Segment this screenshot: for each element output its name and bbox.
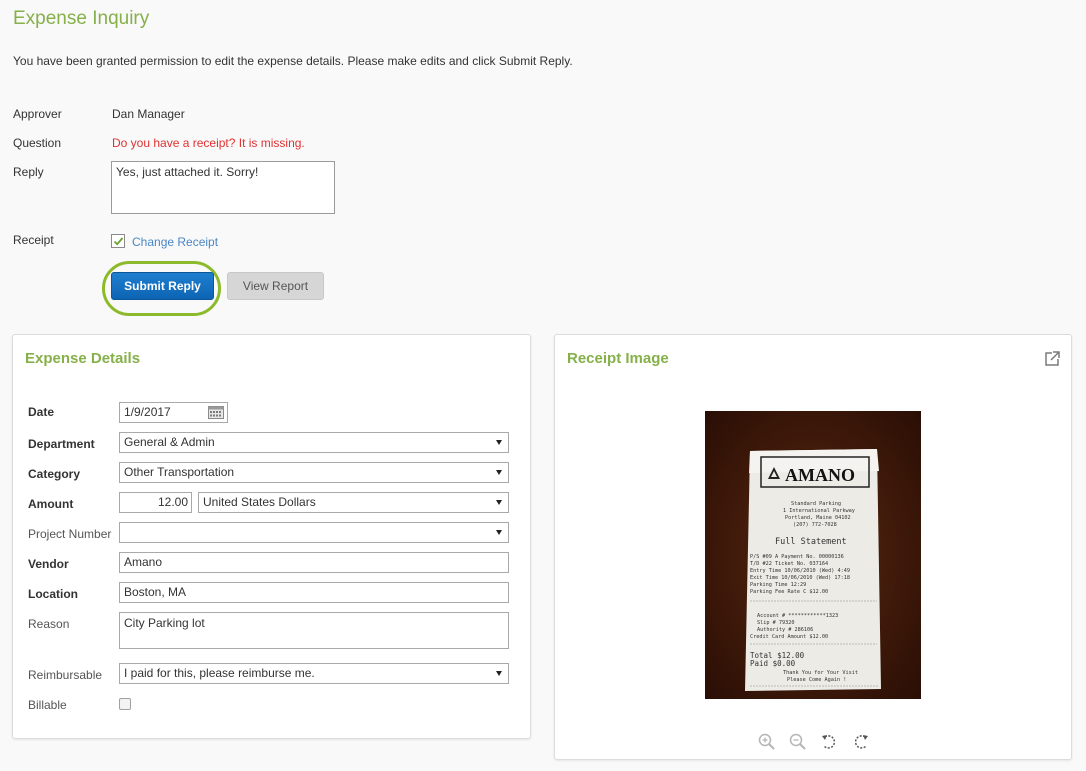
currency-select[interactable]: United States Dollars [198, 492, 509, 513]
location-input[interactable]: Boston, MA [119, 582, 509, 603]
view-report-button[interactable]: View Report [227, 272, 324, 300]
receipt-line: T/D #22 Ticket No. 037164 [750, 561, 828, 567]
receipt-line: 1 International Parkway [783, 508, 855, 514]
checkmark-icon [113, 237, 124, 246]
reply-textarea[interactable]: Yes, just attached it. Sorry! [111, 161, 335, 214]
receipt-line: P/S #09 A Payment No. 00000136 [750, 554, 844, 560]
vendor-input[interactable]: Amano [119, 552, 509, 573]
approver-label: Approver [13, 107, 62, 121]
expense-details-title: Expense Details [25, 350, 141, 367]
vendor-label: Vendor [28, 557, 69, 571]
receipt-image-title: Receipt Image [567, 350, 669, 367]
zoom-in-icon[interactable] [758, 733, 776, 751]
reason-textarea[interactable]: City Parking lot [119, 612, 509, 649]
location-label: Location [28, 587, 78, 601]
reimbursable-label: Reimbursable [28, 668, 103, 682]
change-receipt-link[interactable]: Change Receipt [132, 235, 218, 249]
submit-reply-button[interactable]: Submit Reply [111, 272, 214, 300]
billable-label: Billable [28, 698, 67, 712]
receipt-line: Credit Card Amount $12.00 [750, 634, 828, 640]
amount-input[interactable]: 12.00 [119, 492, 192, 513]
currency-value: United States Dollars [203, 495, 316, 509]
category-select[interactable]: Other Transportation [119, 462, 509, 483]
chevron-down-icon [496, 440, 502, 445]
intro-text: You have been granted permission to edit… [13, 54, 573, 68]
receipt-line: Portland, Maine 04102 [785, 515, 851, 521]
receipt-image-panel: Receipt Image AMANO Standard Parking 1 I… [554, 334, 1072, 760]
receipt-line: Entry Time 10/06/2010 (Wed) 4:49 [750, 568, 850, 574]
category-label: Category [28, 467, 81, 481]
date-value: 1/9/2017 [124, 405, 171, 419]
calendar-icon[interactable] [208, 406, 224, 419]
receipt-line: Standard Parking [791, 501, 841, 507]
project-number-select[interactable] [119, 522, 509, 543]
receipt-label: Receipt [13, 233, 54, 247]
approver-value: Dan Manager [112, 107, 185, 121]
receipt-photo: AMANO Standard Parking 1 International P… [705, 411, 921, 699]
receipt-line: Parking Time 12:29 [750, 582, 806, 588]
department-select[interactable]: General & Admin [119, 432, 509, 453]
chevron-down-icon [496, 671, 502, 676]
question-label: Question [13, 136, 62, 150]
receipt-line: Exit Time 10/06/2010 (Wed) 17:18 [750, 575, 850, 581]
receipt-logo-text: AMANO [785, 465, 855, 485]
zoom-out-icon[interactable] [789, 733, 807, 751]
category-value: Other Transportation [124, 465, 235, 479]
reason-label: Reason [28, 617, 70, 631]
reply-label: Reply [13, 165, 44, 179]
receipt-line: Please Come Again ! [787, 677, 846, 683]
receipt-line: (207) 772-7028 [793, 522, 837, 528]
question-value: Do you have a receipt? It is missing. [112, 136, 305, 150]
amount-label: Amount [28, 497, 74, 511]
receipt-checkbox[interactable] [111, 234, 125, 248]
billable-checkbox[interactable] [119, 698, 131, 710]
department-value: General & Admin [124, 435, 215, 449]
receipt-line: Slip # 79320 [757, 620, 794, 626]
expense-details-panel: Expense Details Date 1/9/2017 Department… [12, 334, 531, 739]
page-title: Expense Inquiry [13, 8, 150, 29]
receipt-line: Authority # 286106 [757, 627, 813, 633]
receipt-line: Paid $0.00 [750, 659, 796, 668]
receipt-line: Parking Fee Rate C $12.00 [750, 589, 828, 595]
receipt-line: Account # ************1323 [757, 613, 838, 619]
reimbursable-select[interactable]: I paid for this, please reimburse me. [119, 663, 509, 684]
chevron-down-icon [496, 500, 502, 505]
receipt-line: Full Statement [775, 537, 847, 547]
receipt-line: Thank You for Your Visit [783, 670, 858, 676]
date-label: Date [28, 405, 55, 419]
rotate-right-icon[interactable] [852, 733, 870, 751]
chevron-down-icon [496, 470, 502, 475]
rotate-left-icon[interactable] [820, 733, 838, 751]
chevron-down-icon [496, 530, 502, 535]
department-label: Department [28, 437, 95, 451]
project-number-label: Project Number [28, 527, 112, 541]
date-input[interactable]: 1/9/2017 [119, 402, 228, 423]
popout-icon[interactable] [1043, 350, 1061, 368]
reimbursable-value: I paid for this, please reimburse me. [124, 666, 315, 680]
